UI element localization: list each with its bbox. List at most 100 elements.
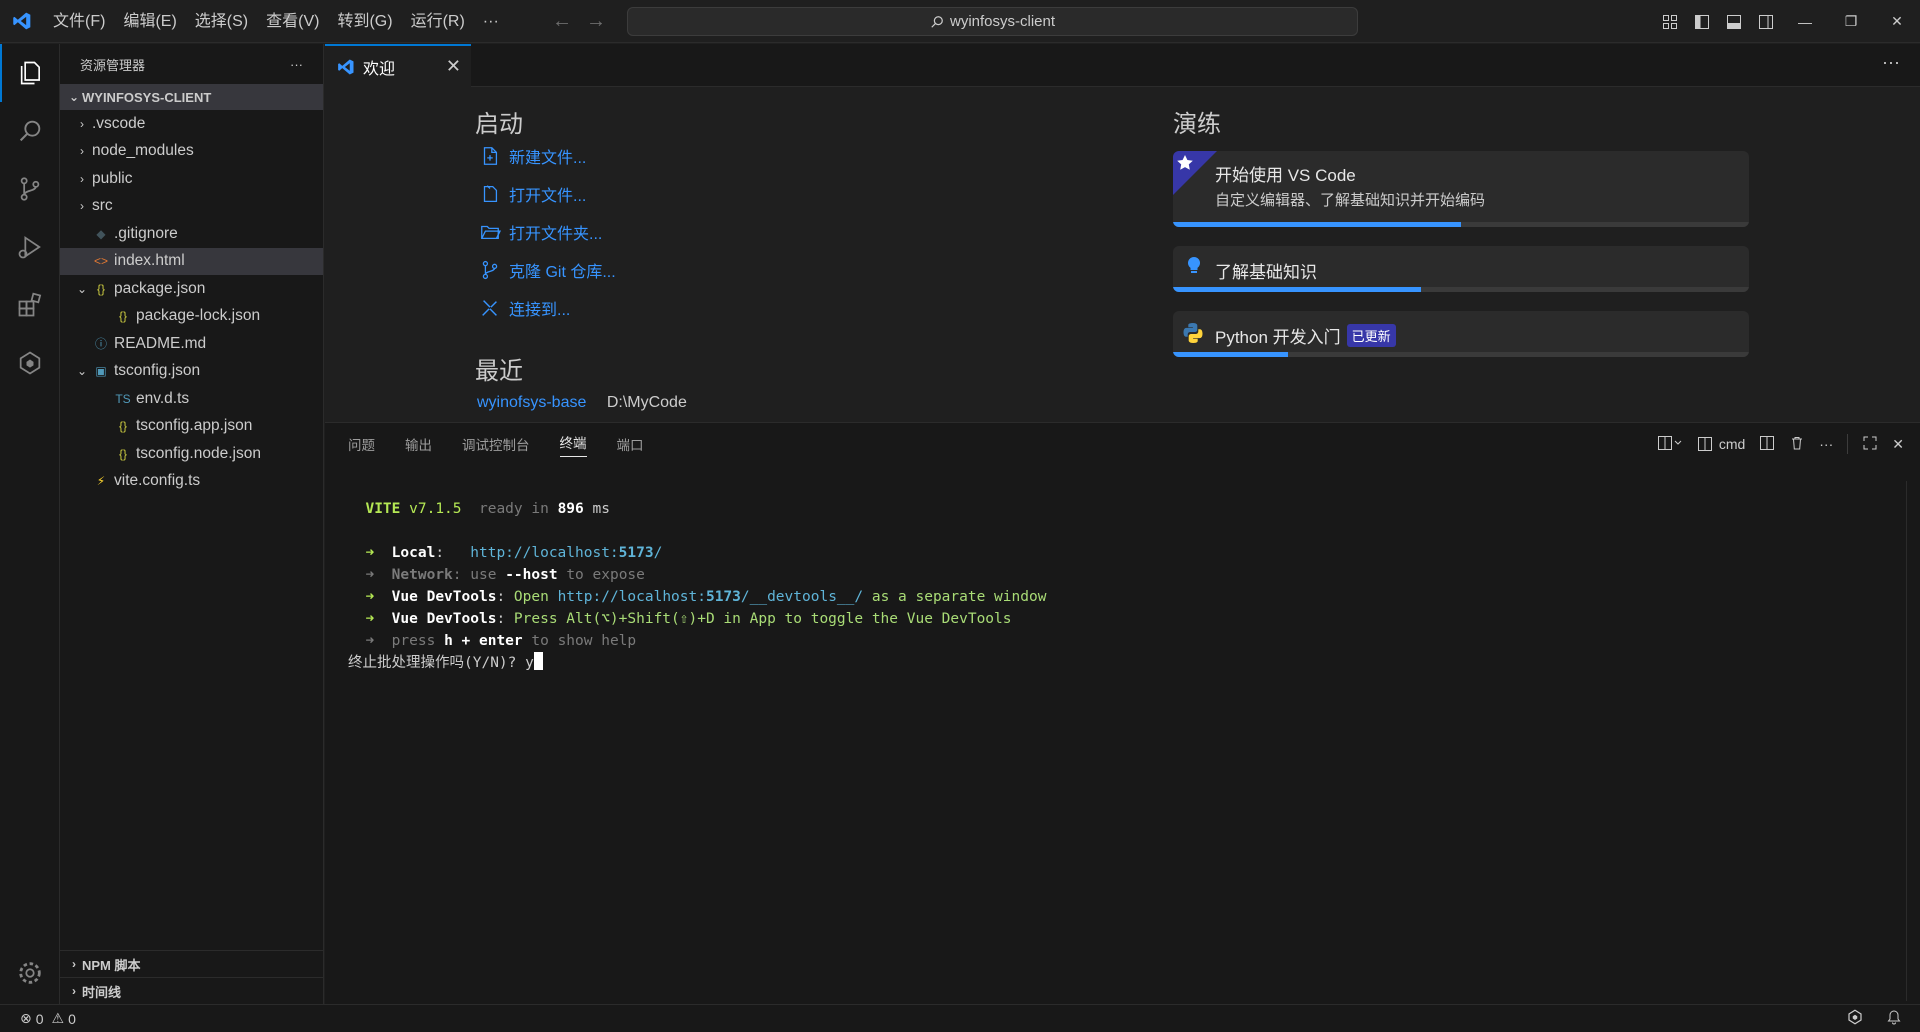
kill-terminal-trash-icon[interactable] — [1789, 435, 1805, 454]
tree-item-label: tsconfig.node.json — [136, 444, 261, 462]
open-folder-link[interactable]: 打开文件夹... — [475, 220, 602, 244]
recent-heading: 最近 — [475, 358, 523, 385]
new-terminal-dropdown-icon[interactable] — [1657, 435, 1683, 454]
section-npm-scripts[interactable]: › NPM 脚本 — [60, 950, 324, 977]
chevron-down-icon: ⌄ — [68, 90, 80, 104]
tree-item-src[interactable]: › src — [60, 193, 323, 221]
connect-to-label: 连接到... — [509, 302, 571, 319]
tab-problems[interactable]: 问题 — [348, 434, 375, 454]
chevron-right-icon: › — [80, 199, 84, 214]
tree-item-index-html[interactable]: <> index.html — [60, 247, 323, 275]
tree-item-readme-md[interactable]: ⓘ README.md — [60, 330, 323, 358]
toggle-panel-icon[interactable] — [1718, 0, 1750, 43]
split-terminal-icon[interactable] — [1759, 435, 1775, 454]
tree-item-package-lock-json[interactable]: {} package-lock.json — [60, 303, 323, 331]
restore-icon[interactable]: ❐ — [1828, 0, 1874, 43]
minimize-icon[interactable]: — — [1782, 0, 1828, 43]
term-line-network: ➜ Network: use --host to expose — [365, 567, 645, 583]
tree-item-tsconfig-app-json[interactable]: {} tsconfig.app.json — [60, 413, 323, 441]
panel-more-icon[interactable]: ··· — [1819, 436, 1833, 452]
chevron-down-icon: ⌄ — [76, 281, 88, 296]
tree-item-public[interactable]: › public — [60, 165, 323, 193]
tree-item-gitignore[interactable]: ◆ .gitignore — [60, 220, 323, 248]
remote-explorer-icon[interactable] — [0, 334, 60, 392]
chevron-right-icon: › — [80, 171, 84, 186]
tree-item-tsconfig-json[interactable]: ⌄ ▣ tsconfig.json — [60, 358, 323, 386]
workspace-folder[interactable]: ⌄ WYINFOSYS-CLIENT — [60, 84, 323, 110]
tree-item-tsconfig-node-json[interactable]: {} tsconfig.node.json — [60, 440, 323, 468]
close-window-icon[interactable]: ✕ — [1874, 0, 1920, 43]
terminal-instance[interactable]: cmd — [1697, 436, 1745, 452]
settings-gear-icon[interactable] — [0, 944, 60, 1002]
walkthrough-card-basics[interactable]: 了解基础知识 — [1173, 246, 1749, 292]
walkthrough-card-python[interactable]: Python 开发入门 已更新 — [1173, 311, 1749, 357]
menu-selection[interactable]: 选择(S) — [186, 0, 257, 43]
tree-item-vite-config-ts[interactable]: ⚡ vite.config.ts — [60, 468, 323, 496]
forward-arrow-icon[interactable]: → — [586, 10, 606, 33]
source-control-icon[interactable] — [0, 160, 60, 218]
explorer-icon[interactable] — [0, 44, 60, 102]
start-heading: 启动 — [475, 111, 523, 138]
tree-item-label: tsconfig.json — [114, 362, 201, 380]
menu-go[interactable]: 转到(G) — [328, 0, 401, 43]
notifications-bell-icon[interactable] — [1886, 1009, 1902, 1028]
new-file-link[interactable]: 新建文件... — [475, 144, 586, 168]
recent-project-link[interactable]: wyinofsys-base — [477, 394, 586, 411]
menu-edit[interactable]: 编辑(E) — [114, 0, 185, 43]
section-timeline[interactable]: › 时间线 — [60, 977, 324, 1004]
problems-status[interactable]: ⊗ 0 ⚠ 0 — [0, 1010, 76, 1027]
menu-file[interactable]: 文件(F) — [44, 0, 114, 43]
tree-item-package-json[interactable]: ⌄ {} package.json — [60, 275, 323, 303]
tab-ports[interactable]: 端口 — [617, 434, 644, 454]
maximize-panel-icon[interactable] — [1862, 435, 1878, 454]
menu-run[interactable]: 运行(R) — [402, 0, 474, 43]
customize-layout-icon[interactable] — [1654, 0, 1686, 43]
remote-icon — [475, 297, 505, 319]
open-folder-label: 打开文件夹... — [509, 226, 603, 243]
tree-item-node-modules[interactable]: › node_modules — [60, 138, 323, 166]
term-line-devtools-1: ➜ Vue DevTools: Open http://localhost:51… — [365, 589, 1047, 605]
clone-git-link[interactable]: 克隆 Git 仓库... — [475, 258, 616, 282]
tree-item-vscode[interactable]: › .vscode — [60, 110, 323, 138]
tree-item-label: env.d.ts — [136, 389, 190, 407]
walkthrough-heading: 演练 — [1173, 111, 1221, 138]
command-center-search[interactable]: wyinfosys-client — [627, 7, 1358, 36]
error-icon: ⊗ — [20, 1010, 32, 1026]
explorer-more-icon[interactable]: ··· — [290, 57, 303, 72]
toggle-primary-sidebar-icon[interactable] — [1686, 0, 1718, 43]
sidebar-bottom-sections: › NPM 脚本 › 时间线 — [60, 950, 324, 1004]
terminal-scrollbar[interactable] — [1906, 481, 1920, 1001]
clone-git-label: 克隆 Git 仓库... — [509, 264, 616, 281]
panel-actions-divider — [1847, 434, 1849, 454]
tree-item-label: package.json — [114, 279, 206, 297]
menu-view[interactable]: 查看(V) — [257, 0, 328, 43]
tab-terminal[interactable]: 终端 — [559, 432, 587, 457]
tab-welcome[interactable]: 欢迎 ✕ — [325, 44, 471, 87]
connect-to-link[interactable]: 连接到... — [475, 296, 570, 320]
featured-star-icon — [1173, 151, 1217, 195]
run-debug-icon[interactable] — [0, 218, 60, 276]
close-panel-icon[interactable]: ✕ — [1892, 436, 1904, 453]
back-arrow-icon[interactable]: ← — [552, 10, 572, 33]
search-view-icon[interactable] — [0, 102, 60, 160]
toggle-secondary-sidebar-icon[interactable] — [1750, 0, 1782, 43]
walkthrough-card-getting-started[interactable]: 开始使用 VS Code 自定义编辑器、了解基础知识并开始编码 — [1173, 151, 1749, 227]
close-icon[interactable]: ✕ — [446, 56, 461, 77]
warning-icon: ⚠ — [51, 1010, 65, 1026]
editor-more-icon[interactable]: ··· — [1882, 52, 1900, 73]
copilot-icon[interactable] — [1846, 1008, 1864, 1029]
open-file-link[interactable]: 打开文件... — [475, 182, 586, 206]
tree-item-env-d-ts[interactable]: TS env.d.ts — [60, 385, 323, 413]
editor-tab-bar: 欢迎 ✕ ··· — [325, 44, 1920, 87]
menu-more[interactable]: ··· — [474, 0, 508, 43]
file-type-icon: {} — [96, 281, 105, 296]
tree-item-label: public — [92, 169, 133, 187]
extensions-icon[interactable] — [0, 276, 60, 334]
tab-debug-console[interactable]: 调试控制台 — [462, 434, 530, 454]
terminal-cursor — [533, 652, 543, 670]
terminal-output[interactable]: VITE v7.1.5 ready in 896 ms ➜ Local: htt… — [348, 498, 1046, 674]
file-type-icon: ⓘ — [94, 337, 107, 352]
term-line-help: ➜ press h + enter to show help — [365, 633, 637, 649]
explorer-sidebar: 资源管理器 ··· ⌄ WYINFOSYS-CLIENT › .vscode › no… — [60, 44, 324, 1004]
tab-output[interactable]: 输出 — [405, 434, 432, 454]
